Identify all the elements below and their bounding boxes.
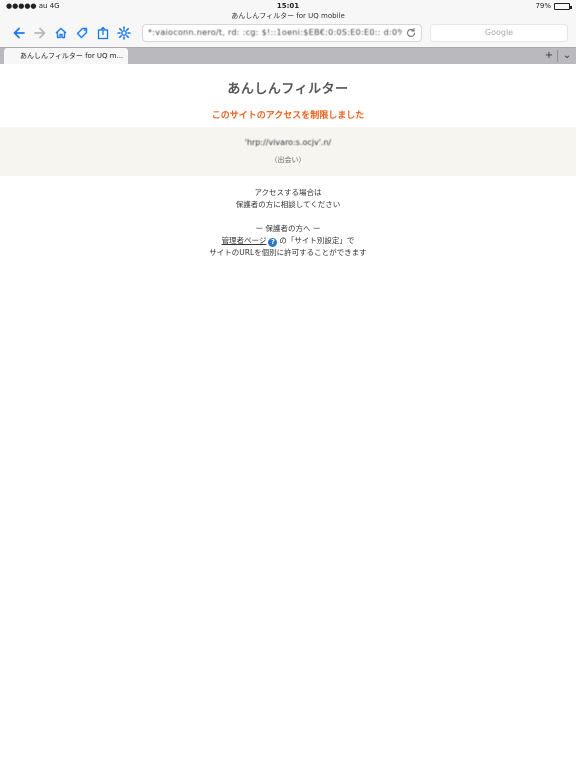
home-icon[interactable] [53, 25, 69, 41]
settings-gear-icon[interactable] [116, 25, 132, 41]
bookmark-tag-icon[interactable] [74, 25, 90, 41]
tab-active[interactable]: あんしんフィルター for UQ m... [4, 48, 128, 65]
admin-page-link[interactable]: 管理者ページ [222, 236, 267, 245]
parents-heading: ー 保護者の方へ ー [255, 224, 321, 233]
restricted-heading: このサイトのアクセスを制限しました [211, 111, 365, 121]
site-setting-text: の「サイト別設定」で [279, 236, 355, 245]
share-icon[interactable] [95, 25, 111, 41]
forward-arrow-icon[interactable] [32, 25, 48, 41]
block-category: （出会い） [270, 156, 306, 164]
page-title: あんしんフィルター for UQ mobile [231, 12, 345, 20]
reload-icon[interactable] [405, 27, 417, 39]
url-field[interactable]: *:vaioconn.nero/t, rd: :cg: $!::1oeni:$E… [142, 24, 422, 42]
allow-url-text: サイトのURLを個別に許可することができます [209, 248, 367, 257]
access-line-2: 保護者の方に相談してください [235, 200, 341, 209]
admin-line: 管理者ページ? の「サイト別設定」で [0, 235, 576, 247]
new-tab-button[interactable]: + [542, 49, 556, 63]
back-arrow-icon[interactable] [11, 25, 27, 41]
tab-menu-chevron-icon[interactable]: ⌄ [560, 49, 574, 63]
tab-bar: あんしんフィルター for UQ m... + ⌄ [0, 47, 576, 65]
browser-chrome: ●●●●● au 4G 15:01 79% あんしんフィルター for UQ m… [0, 0, 576, 65]
parents-message: ー 保護者の方へ ー 管理者ページ? の「サイト別設定」で サイトのURLを個別に… [0, 223, 576, 259]
page-content: あんしんフィルター このサイトのアクセスを制限しました 'hrp://vivar… [0, 64, 576, 768]
filter-logo: あんしんフィルター [227, 82, 349, 97]
help-icon[interactable]: ? [268, 238, 278, 247]
tab-divider [557, 50, 558, 62]
access-message: アクセスする場合は 保護者の方に相談してください [0, 187, 576, 211]
blocked-site-info: 'hrp://vivaro:s.ocjv'.n/ （出会い） [0, 127, 576, 176]
search-input[interactable]: Google [430, 24, 568, 42]
access-line-1: アクセスする場合は [254, 188, 322, 197]
battery-icon [554, 2, 572, 10]
url-text: *:vaioconn.nero/t, rd: :cg: $!::1oeni:$E… [148, 28, 402, 37]
blocked-url: 'hrp://vivaro:s.ocjv'.n/ [244, 138, 332, 147]
